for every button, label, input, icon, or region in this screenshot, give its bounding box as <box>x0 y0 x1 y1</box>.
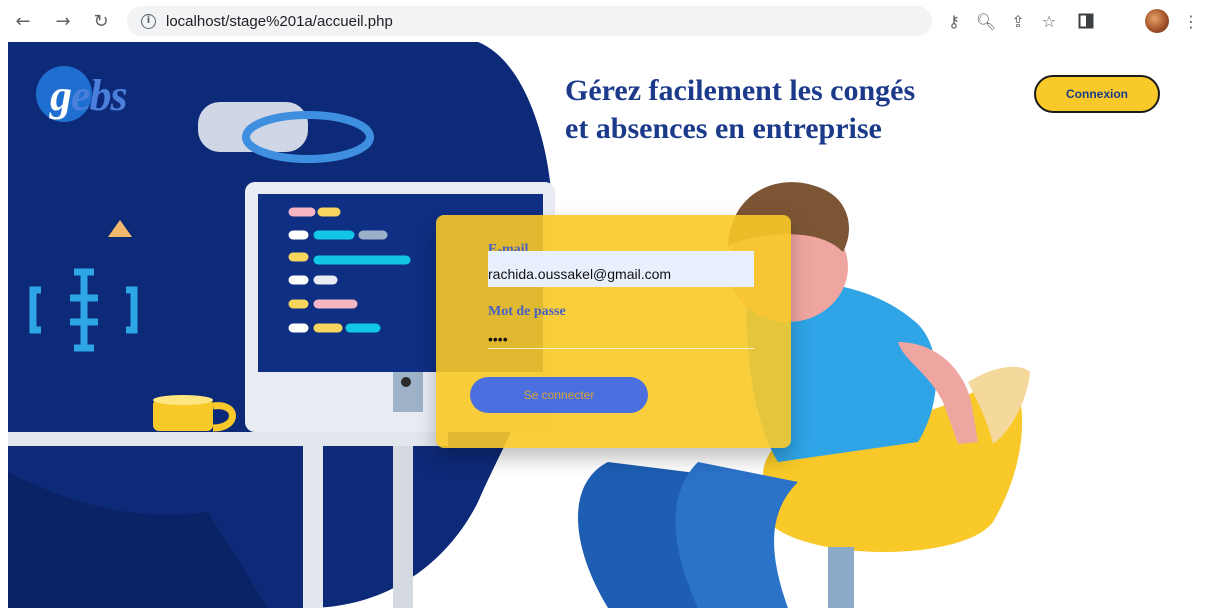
sidepanel-icon[interactable] <box>1075 10 1097 32</box>
address-bar[interactable]: i localhost/stage%201a/accueil.php <box>127 6 932 36</box>
email-field[interactable] <box>488 251 754 287</box>
share-icon[interactable]: ⇪ <box>1007 10 1029 32</box>
page-viewport: gebs Gérez facilement les congés et abse… <box>8 42 1213 608</box>
headline-line-2: et absences en entreprise <box>565 112 882 145</box>
browser-toolbar: ← → ↻ i localhost/stage%201a/accueil.php… <box>0 0 1213 42</box>
hero-headline: Gérez facilement les congés et absences … <box>565 72 985 148</box>
logo-text: gebs <box>50 71 128 120</box>
key-icon[interactable]: ⚷ <box>943 10 965 32</box>
login-form: E-mail Mot de passe •••• Se connecter <box>436 215 791 448</box>
url-text: localhost/stage%201a/accueil.php <box>166 12 393 30</box>
zoom-icon[interactable]: 🔍︎ <box>975 10 997 32</box>
reload-icon[interactable]: ↻ <box>90 10 112 32</box>
connexion-button[interactable]: Connexion <box>1034 75 1160 113</box>
star-icon[interactable]: ☆ <box>1038 10 1060 32</box>
password-label: Mot de passe <box>488 304 566 319</box>
login-submit-button[interactable]: Se connecter <box>470 377 648 413</box>
forward-arrow-icon[interactable]: → <box>52 10 74 32</box>
headline-line-1: Gérez facilement les congés <box>565 74 916 107</box>
site-info-icon[interactable]: i <box>141 13 156 29</box>
back-arrow-icon[interactable]: ← <box>12 10 34 32</box>
password-field[interactable]: •••• <box>488 323 754 349</box>
menu-dots-icon[interactable]: ⋮ <box>1180 10 1202 32</box>
gebs-logo[interactable]: gebs <box>30 60 160 130</box>
profile-avatar[interactable] <box>1145 9 1169 33</box>
